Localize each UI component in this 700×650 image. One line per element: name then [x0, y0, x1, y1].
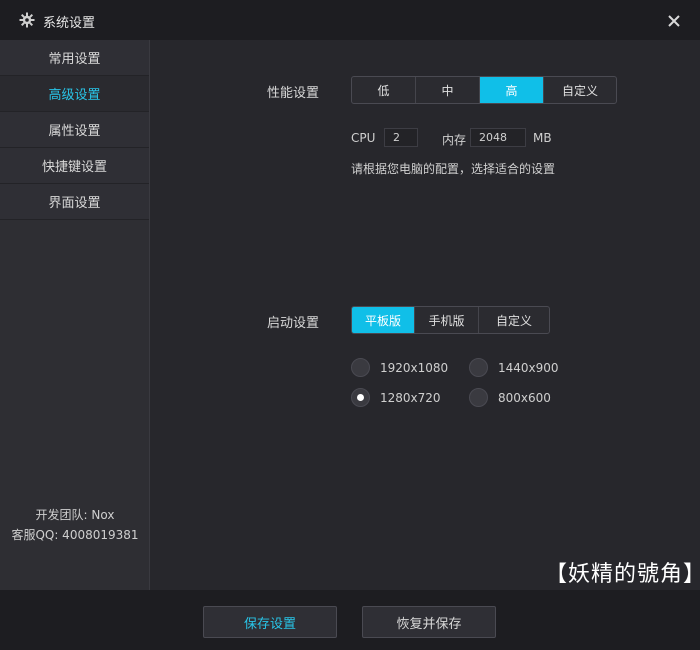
performance-segmented-control: 低 中 高 自定义	[351, 76, 617, 104]
startup-option-phone[interactable]: 手机版	[415, 307, 479, 333]
window-title: 系统设置	[43, 16, 96, 31]
performance-hint: 请根据您电脑的配置，选择适合的设置	[351, 162, 556, 176]
resolution-label-800x600: 800x600	[498, 391, 551, 405]
support-qq-text: 客服QQ: 4008019381	[11, 528, 139, 542]
main-panel: 性能设置 低 中 高 自定义 CPU 2 内存 2048 MB 请根据您电脑的配…	[150, 40, 700, 590]
startup-segmented-control: 平板版 手机版 自定义	[351, 306, 550, 334]
resolution-radio-1280x720[interactable]	[351, 388, 370, 407]
performance-option-low[interactable]: 低	[352, 77, 416, 103]
close-icon	[668, 15, 680, 27]
resolution-label-1920x1080: 1920x1080	[380, 361, 449, 375]
sidebar-item-label: 界面设置	[48, 196, 101, 211]
performance-label: 性能设置	[267, 86, 320, 101]
sidebar: 常用设置 高级设置 属性设置 快捷键设置 界面设置 开发团队: Nox 客服QQ…	[0, 40, 150, 590]
cpu-label: CPU	[351, 131, 376, 145]
sidebar-item-shortcuts[interactable]: 快捷键设置	[0, 148, 149, 184]
sidebar-item-interface[interactable]: 界面设置	[0, 184, 149, 220]
performance-option-custom[interactable]: 自定义	[544, 77, 616, 103]
resolution-radio-1440x900[interactable]	[469, 358, 488, 377]
gear-icon	[19, 12, 35, 28]
sidebar-item-advanced[interactable]: 高级设置	[0, 76, 149, 112]
sidebar-item-properties[interactable]: 属性设置	[0, 112, 149, 148]
resolution-radio-1920x1080[interactable]	[351, 358, 370, 377]
performance-option-high[interactable]: 高	[480, 77, 544, 103]
restore-and-save-button[interactable]: 恢复并保存	[362, 606, 496, 638]
memory-unit: MB	[533, 131, 552, 145]
sidebar-footer: 开发团队: Nox 客服QQ: 4008019381	[0, 505, 150, 545]
dev-team-text: 开发团队: Nox	[35, 508, 115, 522]
title-bar: 系统设置	[0, 0, 700, 40]
startup-option-custom[interactable]: 自定义	[479, 307, 549, 333]
cpu-input[interactable]: 2	[384, 128, 418, 147]
sidebar-item-label: 快捷键设置	[41, 160, 107, 175]
bottom-bar: 保存设置 恢复并保存	[0, 590, 700, 650]
startup-label: 启动设置	[267, 316, 320, 331]
memory-label: 内存	[442, 133, 467, 147]
resolution-radio-800x600[interactable]	[469, 388, 488, 407]
sidebar-item-label: 属性设置	[48, 124, 101, 139]
watermark-text: 【妖精的號角】	[545, 562, 700, 587]
sidebar-item-label: 高级设置	[48, 88, 101, 103]
memory-input[interactable]: 2048	[470, 128, 526, 147]
performance-option-medium[interactable]: 中	[416, 77, 480, 103]
startup-option-tablet[interactable]: 平板版	[352, 307, 415, 333]
settings-window: 系统设置 常用设置 高级设置 属性设置 快捷键设置 界面设置 开发团队: Nox…	[0, 0, 700, 650]
close-button[interactable]	[664, 11, 684, 31]
sidebar-item-label: 常用设置	[48, 52, 101, 67]
resolution-label-1280x720: 1280x720	[380, 391, 441, 405]
resolution-label-1440x900: 1440x900	[498, 361, 559, 375]
save-settings-button[interactable]: 保存设置	[203, 606, 337, 638]
sidebar-item-common[interactable]: 常用设置	[0, 40, 149, 76]
